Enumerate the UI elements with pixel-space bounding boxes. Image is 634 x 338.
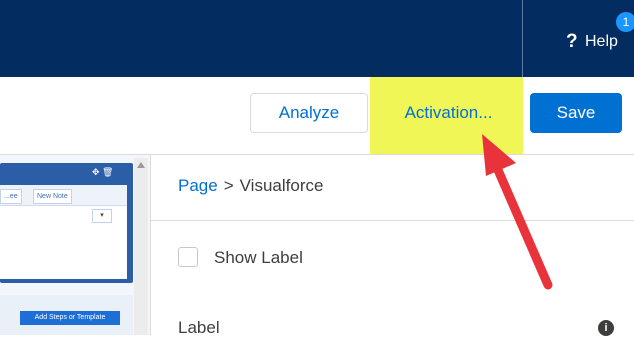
component-action-bar: ...ee New Note bbox=[0, 185, 127, 206]
builder-toolbar: Analyze Activation... Save bbox=[0, 77, 634, 155]
component-body: ...ee New Note ▾ bbox=[0, 185, 127, 279]
breadcrumb-separator: > bbox=[223, 176, 234, 195]
add-steps-button[interactable]: Add Steps or Template bbox=[20, 311, 120, 325]
component-tools-icons[interactable]: ✥ 🗑 bbox=[92, 167, 113, 178]
show-label-checkbox[interactable] bbox=[178, 247, 198, 267]
label-field-label: Label bbox=[178, 318, 220, 337]
annotation-arrow-shaft bbox=[493, 165, 553, 290]
secondary-component-card[interactable]: Add Steps or Template bbox=[0, 295, 133, 335]
analyze-button[interactable]: Analyze bbox=[250, 93, 368, 133]
canvas-scrollbar[interactable] bbox=[134, 158, 148, 335]
topbar-divider bbox=[522, 0, 523, 77]
breadcrumb: Page > Visualforce bbox=[178, 176, 323, 196]
new-note-button[interactable]: New Note bbox=[33, 189, 72, 204]
show-label-text: Show Label bbox=[214, 248, 303, 267]
info-icon[interactable]: i bbox=[598, 320, 614, 336]
activation-button[interactable]: Activation... bbox=[382, 93, 515, 133]
save-button[interactable]: Save bbox=[530, 93, 622, 133]
panel-divider bbox=[150, 220, 634, 221]
chevron-down-icon[interactable]: ▾ bbox=[92, 209, 112, 223]
help-link[interactable]: Help bbox=[585, 33, 618, 51]
visualforce-component-card[interactable]: ✥ 🗑 ...ee New Note ▾ bbox=[0, 163, 133, 283]
page-canvas[interactable]: ✥ 🗑 ...ee New Note ▾ Add Steps or Templa… bbox=[0, 155, 151, 335]
breadcrumb-current: Visualforce bbox=[239, 176, 324, 195]
scroll-up-arrow-icon[interactable] bbox=[137, 162, 145, 168]
top-navigation-bar: ? Help 1 bbox=[0, 0, 634, 77]
notification-badge: 1 bbox=[616, 12, 634, 32]
component-action-button[interactable]: ...ee bbox=[0, 189, 22, 204]
breadcrumb-page-link[interactable]: Page bbox=[178, 176, 218, 195]
help-icon[interactable]: ? bbox=[566, 31, 578, 53]
